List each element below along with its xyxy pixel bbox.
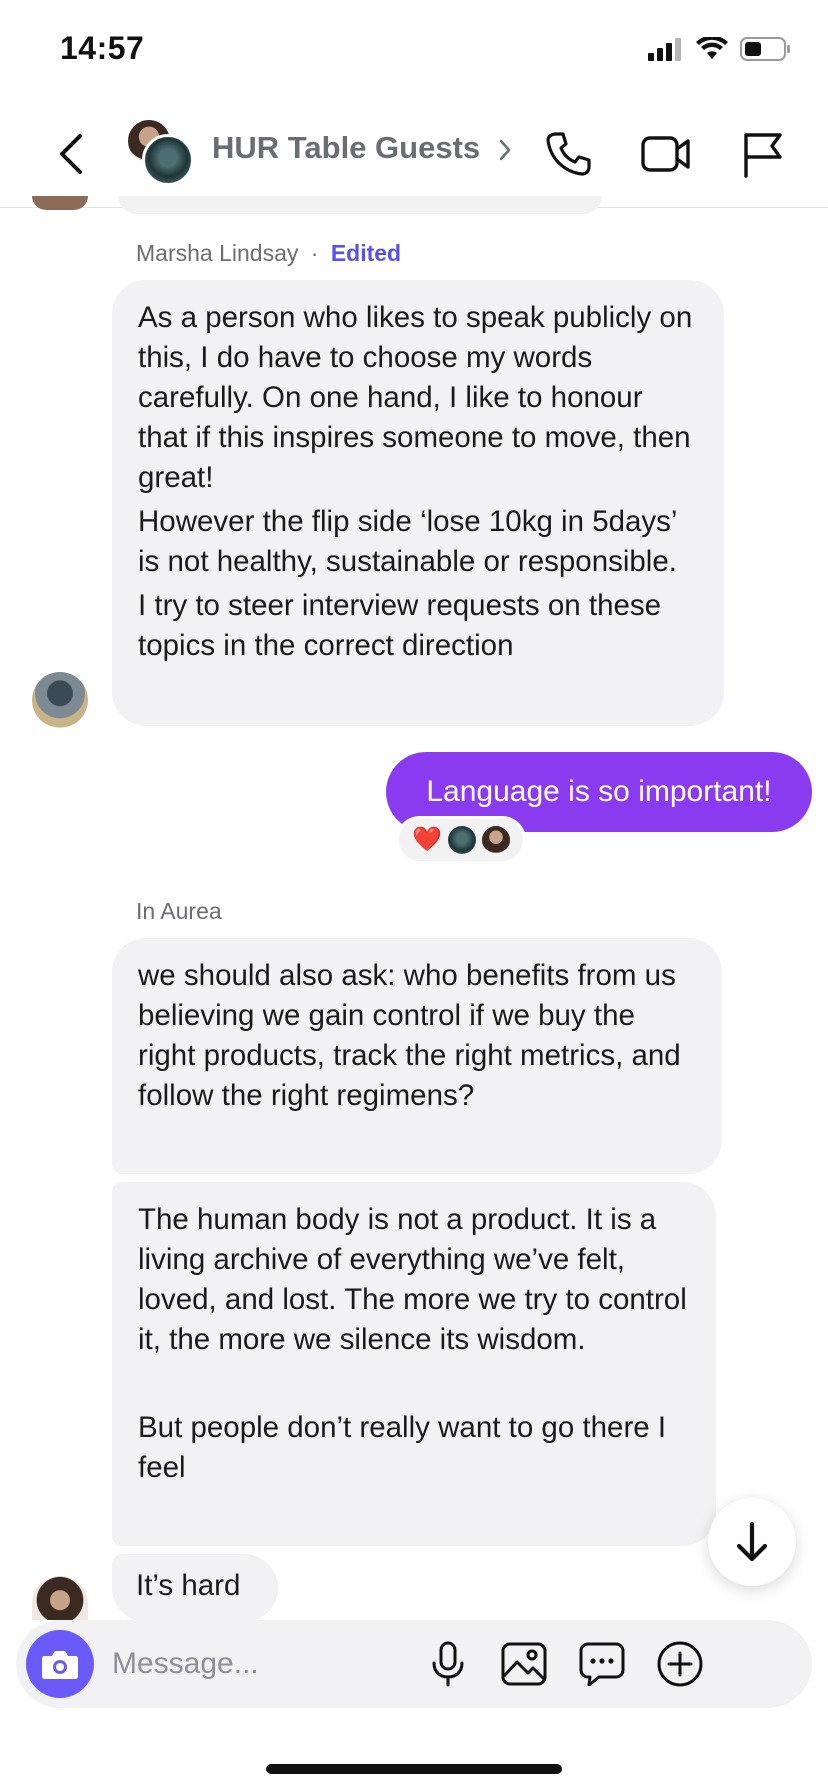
gallery-button[interactable] <box>496 1636 552 1692</box>
flag-icon <box>744 133 782 178</box>
video-camera-icon <box>641 136 690 172</box>
message-bubble-icon <box>579 1642 625 1686</box>
chevron-left-icon <box>60 134 82 174</box>
status-bar: 14:57 <box>0 0 828 100</box>
message-bubble <box>118 196 602 214</box>
status-time: 14:57 <box>60 30 145 66</box>
reactor-avatar <box>447 826 476 854</box>
sender-line: In Aurea <box>136 898 222 925</box>
separator-dot: · <box>310 240 319 266</box>
message-text: Language is so important! <box>426 775 772 808</box>
member-avatar <box>142 134 194 186</box>
message-text: As a person who likes to speak publicly … <box>138 301 693 494</box>
message-text: The human body is not a product. It is a… <box>138 1203 687 1356</box>
message-text: we should also ask: who benefits from us… <box>138 959 681 1112</box>
group-avatar[interactable] <box>126 118 194 186</box>
message-composer <box>16 1620 812 1708</box>
cellular-signal-icon <box>648 38 681 61</box>
back-button[interactable] <box>52 126 92 182</box>
sender-line: Marsha Lindsay · Edited <box>136 240 401 267</box>
message-text: I try to steer interview requests on the… <box>138 589 662 662</box>
report-button[interactable] <box>734 126 790 182</box>
edited-label: Edited <box>330 240 402 266</box>
message-bubble[interactable]: we should also ask: who benefits from us… <box>112 938 722 1174</box>
chevron-right-icon[interactable] <box>498 138 512 162</box>
reactions-pill[interactable]: ❤️ <box>396 816 526 864</box>
phone-icon <box>546 132 591 176</box>
message-bubble[interactable]: It’s hard <box>112 1554 278 1622</box>
voice-message-button[interactable] <box>420 1636 476 1692</box>
message-text: But people don’t really want to go there… <box>138 1411 667 1484</box>
group-title[interactable]: HUR Table Guests <box>212 130 480 166</box>
message-bubble[interactable]: The human body is not a product. It is a… <box>112 1182 716 1546</box>
wifi-icon <box>696 37 728 59</box>
sender-name: Marsha Lindsay <box>136 240 299 266</box>
camera-icon <box>42 1651 78 1679</box>
avatar[interactable] <box>32 672 88 728</box>
sticker-button[interactable] <box>574 1636 630 1692</box>
image-icon <box>501 1642 547 1686</box>
arrow-down-icon <box>736 1521 768 1562</box>
scroll-to-bottom-button[interactable] <box>708 1498 796 1586</box>
avatar <box>32 196 88 210</box>
sender-name: In Aurea <box>136 898 222 924</box>
status-icons <box>648 36 792 62</box>
video-call-button[interactable] <box>638 126 694 182</box>
avatar[interactable] <box>32 1576 88 1620</box>
message-text: It’s hard <box>136 1569 241 1602</box>
chat-header: HUR Table Guests <box>0 100 828 208</box>
message-text: However the flip side ‘lose 10kg in 5day… <box>138 505 677 578</box>
reactor-avatar <box>481 826 510 854</box>
heart-reaction-icon: ❤️ <box>412 826 442 853</box>
battery-icon <box>740 37 790 61</box>
call-button[interactable] <box>540 126 596 182</box>
message-input[interactable] <box>112 1638 472 1690</box>
camera-button[interactable] <box>26 1630 94 1698</box>
microphone-icon <box>432 1641 464 1687</box>
home-indicator[interactable] <box>266 1764 562 1774</box>
message-bubble[interactable]: As a person who likes to speak publicly … <box>112 280 724 726</box>
plus-circle-icon <box>657 1641 703 1687</box>
more-options-button[interactable] <box>652 1636 708 1692</box>
